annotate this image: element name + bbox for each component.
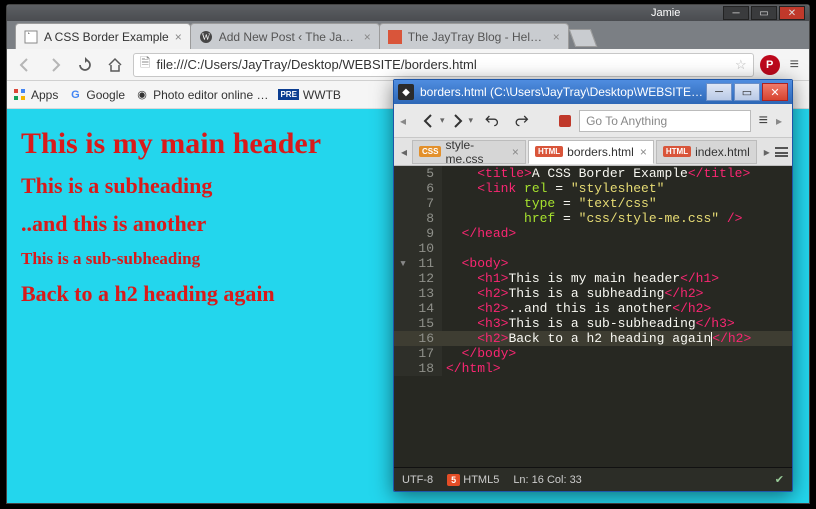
nav-back-button[interactable]: [418, 110, 440, 132]
maximize-button[interactable]: ▭: [751, 6, 777, 20]
bookmark-google[interactable]: G Google: [68, 88, 125, 102]
undo-button[interactable]: [481, 110, 503, 132]
bookmark-label: Google: [86, 88, 125, 102]
editor-tab-label: borders.html: [567, 145, 634, 159]
file-icon: 🗎: [140, 54, 150, 76]
globe-icon: ◉: [135, 88, 149, 102]
left-pane-toggle[interactable]: ◂: [400, 110, 410, 132]
home-button[interactable]: [103, 53, 127, 77]
editor-tabstrip: ◂ CSS style-me.css × HTML borders.html × HTM…: [394, 138, 792, 166]
google-icon: G: [68, 88, 82, 102]
address-bar[interactable]: 🗎 file:///C:/Users/JayTray/Desktop/WEBSI…: [133, 53, 754, 77]
komodo-statusbar: UTF-8 5 HTML5 Ln: 16 Col: 33 ✔: [394, 467, 792, 491]
tab-label: A CSS Border Example: [44, 30, 169, 44]
tab-scroll-left-icon[interactable]: ◂: [398, 145, 410, 159]
page-favicon: [24, 30, 38, 44]
bookmark-label: Photo editor online …: [153, 88, 268, 102]
fold-toggle-icon[interactable]: ▾: [399, 256, 407, 271]
chrome-titlebar: Jamie ─ ▭ ✕: [7, 5, 809, 21]
nav-forward-history-icon[interactable]: ▾: [469, 115, 474, 126]
status-encoding[interactable]: UTF-8: [402, 474, 433, 486]
editor-tab-style[interactable]: CSS style-me.css ×: [412, 140, 526, 164]
bookmark-star-icon[interactable]: ☆: [735, 57, 747, 73]
tab-list-icon[interactable]: [775, 147, 788, 157]
svg-text:W: W: [202, 32, 211, 42]
right-pane-toggle[interactable]: ▸: [776, 110, 786, 132]
apps-shortcut[interactable]: Apps: [13, 88, 58, 102]
chrome-toolbar: 🗎 file:///C:/Users/JayTray/Desktop/WEBSI…: [7, 49, 809, 81]
tab-scroll-right-icon[interactable]: ▸: [761, 145, 773, 159]
code-editor[interactable]: 5 <title>A CSS Border Example</title> 6 …: [394, 166, 792, 467]
nav-forward-button[interactable]: [447, 110, 469, 132]
browser-tab-active[interactable]: A CSS Border Example ×: [15, 23, 191, 49]
forward-button[interactable]: [43, 53, 67, 77]
bookmark-label: WWTB: [303, 88, 341, 102]
nav-back-history-icon[interactable]: ▾: [440, 115, 445, 126]
komodo-minimize-button[interactable]: ─: [706, 83, 732, 101]
komodo-window: ◆ borders.html (C:\Users\JayTray\Desktop…: [393, 79, 793, 492]
browser-tab[interactable]: W Add New Post ‹ The JayTr… ×: [190, 23, 380, 49]
editor-tab-index[interactable]: HTML index.html: [656, 140, 757, 164]
url-text: file:///C:/Users/JayTray/Desktop/WEBSITE…: [156, 57, 476, 72]
new-tab-button[interactable]: [568, 29, 597, 47]
bookmark-photo-editor[interactable]: ◉ Photo editor online …: [135, 88, 268, 102]
chrome-menu-icon[interactable]: ≡: [786, 56, 803, 74]
editor-tab-borders[interactable]: HTML borders.html ×: [528, 140, 654, 164]
reload-button[interactable]: [73, 53, 97, 77]
html5-badge-icon: 5: [447, 474, 460, 486]
komodo-maximize-button[interactable]: ▭: [734, 83, 760, 101]
komodo-title: borders.html (C:\Users\JayTray\Desktop\W…: [420, 85, 704, 99]
tab-close-icon[interactable]: ×: [553, 30, 560, 44]
editor-tab-label: style-me.css: [445, 138, 505, 166]
browser-tab[interactable]: The JayTray Blog - Helpin… ×: [379, 23, 569, 49]
komodo-close-button[interactable]: ✕: [762, 83, 788, 101]
tab-close-icon[interactable]: ×: [640, 145, 647, 159]
komodo-titlebar[interactable]: ◆ borders.html (C:\Users\JayTray\Desktop…: [394, 80, 792, 104]
close-button[interactable]: ✕: [779, 6, 805, 20]
goto-placeholder: Go To Anything: [586, 114, 667, 128]
chrome-user-label[interactable]: Jamie: [651, 7, 680, 19]
status-language[interactable]: 5 HTML5: [447, 474, 499, 486]
html-badge-icon: HTML: [535, 146, 563, 157]
site-favicon: [388, 30, 402, 44]
pre-icon: PRE: [278, 89, 298, 100]
bookmark-wwtb[interactable]: PRE WWTB: [278, 88, 340, 102]
tab-close-icon[interactable]: ×: [512, 145, 519, 159]
komodo-toolbar: ◂ ▾ ▾ Go To Anything ≡ ▸: [394, 104, 792, 138]
syntax-ok-icon[interactable]: ✔: [775, 473, 784, 486]
komodo-menu-icon[interactable]: ≡: [759, 112, 768, 130]
minimize-button[interactable]: ─: [723, 6, 749, 20]
css-badge-icon: CSS: [419, 146, 441, 157]
chrome-tabstrip: A CSS Border Example × W Add New Post ‹ …: [7, 21, 809, 49]
bookmark-label: Apps: [31, 88, 58, 102]
apps-icon: [13, 88, 27, 102]
editor-tab-label: index.html: [695, 145, 750, 159]
current-line: 16 <h2>Back to a h2 heading again</h2>: [394, 331, 792, 346]
wordpress-favicon: W: [199, 30, 213, 44]
redo-button[interactable]: [511, 110, 533, 132]
tab-label: The JayTray Blog - Helpin…: [408, 30, 547, 44]
back-button[interactable]: [13, 53, 37, 77]
tab-close-icon[interactable]: ×: [364, 30, 371, 44]
goto-anything-input[interactable]: Go To Anything: [579, 110, 751, 132]
tab-label: Add New Post ‹ The JayTr…: [219, 30, 358, 44]
stop-button[interactable]: [559, 115, 571, 127]
html-badge-icon: HTML: [663, 146, 691, 157]
tab-close-icon[interactable]: ×: [175, 30, 182, 44]
pinterest-extension-icon[interactable]: P: [760, 55, 780, 75]
komodo-app-icon: ◆: [398, 84, 414, 100]
status-position[interactable]: Ln: 16 Col: 33: [513, 474, 582, 486]
